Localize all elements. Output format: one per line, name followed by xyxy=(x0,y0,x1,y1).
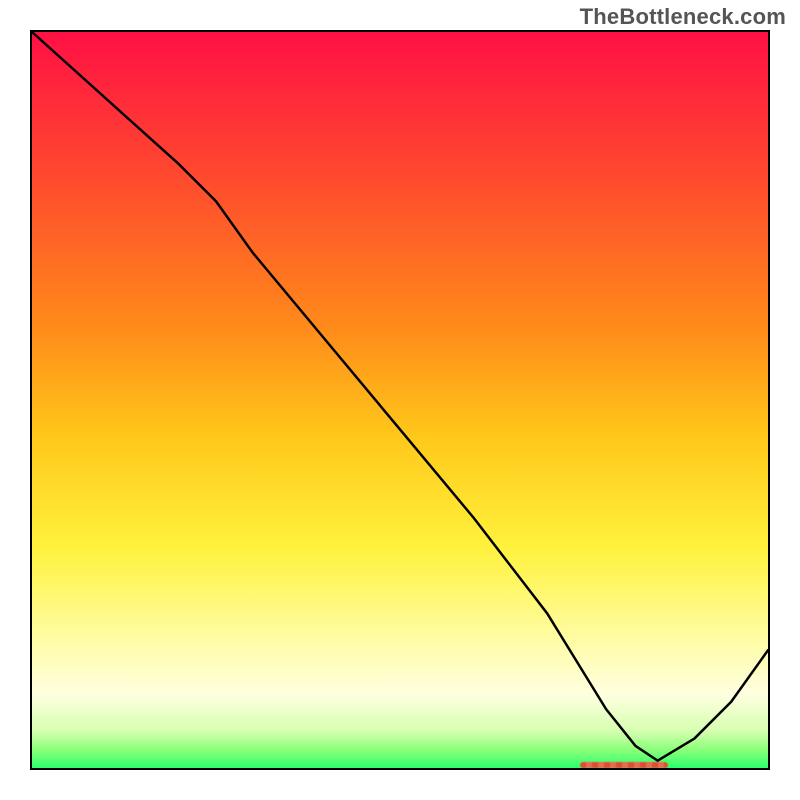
plot-area xyxy=(30,30,770,770)
watermark-text: TheBottleneck.com xyxy=(580,4,786,30)
data-line xyxy=(32,32,768,761)
line-overlay xyxy=(32,32,768,768)
chart-stage: TheBottleneck.com xyxy=(0,0,800,800)
